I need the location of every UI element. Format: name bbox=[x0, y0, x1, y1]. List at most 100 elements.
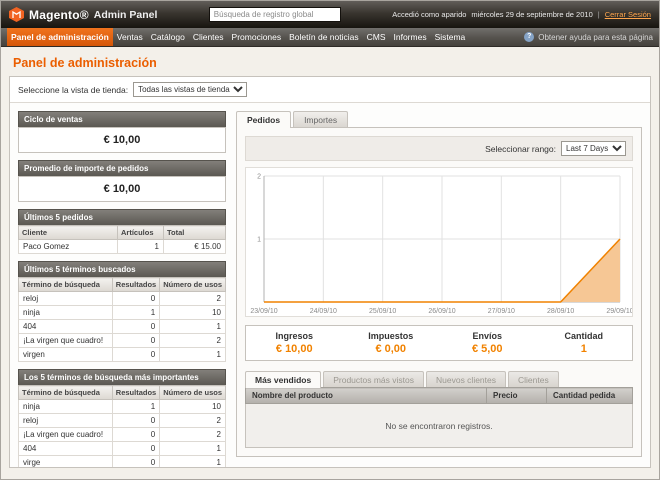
total-cantidad: Cantidad1 bbox=[536, 331, 633, 355]
dashboard-block-ciclo-de-ventas: Ciclo de ventas€ 10,00 bbox=[18, 111, 226, 153]
column-header: Artículos bbox=[118, 226, 164, 240]
tab-ma-s-vendidos[interactable]: Más vendidos bbox=[245, 371, 321, 388]
dashboard-columns: Ciclo de ventas€ 10,00Promedio de import… bbox=[10, 103, 650, 468]
table-cell: 1 bbox=[160, 348, 226, 362]
svg-text:27/09/10: 27/09/10 bbox=[488, 308, 515, 315]
nav-item-informes[interactable]: Informes bbox=[390, 28, 431, 46]
range-select[interactable]: Last 7 Days bbox=[561, 141, 626, 156]
block-title: Últimos 5 pedidos bbox=[18, 209, 226, 225]
table-cell: 0 bbox=[112, 348, 159, 362]
total-value: € 10,00 bbox=[246, 343, 343, 355]
column-header: Número de usos bbox=[160, 386, 226, 400]
table-cell: 2 bbox=[160, 292, 226, 306]
diagram-panel: Seleccionar rango: Last 7 Days 23/09/102… bbox=[236, 127, 642, 457]
dashboard-block-u-ltimos-5-te-rminos-buscados: Últimos 5 términos buscadosTérmino de bú… bbox=[18, 261, 226, 362]
date-text: miércoles 29 de septiembre de 2010 bbox=[471, 10, 592, 19]
table-cell: 1 bbox=[160, 456, 226, 469]
table-cell: 0 bbox=[112, 442, 159, 456]
nav-item-clientes[interactable]: Clientes bbox=[189, 28, 228, 46]
block-title: Promedio de importe de pedidos bbox=[18, 160, 226, 176]
total-label: Envíos bbox=[439, 331, 536, 341]
nav-item-ventas[interactable]: Ventas bbox=[113, 28, 147, 46]
svg-text:1: 1 bbox=[257, 237, 261, 244]
table-cell: € 15.00 bbox=[164, 240, 226, 254]
table-cell: 2 bbox=[160, 414, 226, 428]
table-cell: 2 bbox=[160, 428, 226, 442]
nav-help-link[interactable]: ? Obtener ayuda para esta página bbox=[524, 28, 653, 46]
table-row: reloj02 bbox=[19, 292, 226, 306]
nav-item-sistema[interactable]: Sistema bbox=[431, 28, 470, 46]
table-cell: ninja bbox=[19, 306, 113, 320]
totals-row: Ingresos€ 10,00Impuestos € 0,00 Envíos € 5,… bbox=[245, 325, 633, 361]
logged-in-text: Accedió como aparido bbox=[392, 10, 466, 19]
table-cell: 10 bbox=[160, 400, 226, 414]
orders-chart-svg: 23/09/1024/09/1025/09/1026/09/1027/09/10… bbox=[246, 168, 632, 316]
nav-items: Panel de administraciónVentasCatálogoCli… bbox=[7, 28, 469, 46]
tab-clientes[interactable]: Clientes bbox=[508, 371, 559, 388]
grid-column-header: Precio bbox=[487, 388, 547, 404]
total-value: € 5,00 bbox=[439, 343, 536, 355]
nav-item-boleti-n-de-noticias[interactable]: Boletín de noticias bbox=[285, 28, 362, 46]
table-row: Paco Gomez1€ 15.00 bbox=[19, 240, 226, 254]
column-header: Término de búsqueda bbox=[19, 278, 113, 292]
table-cell: virgen bbox=[19, 348, 113, 362]
svg-text:29/09/10: 29/09/10 bbox=[606, 308, 632, 315]
nav-item-cms[interactable]: CMS bbox=[363, 28, 390, 46]
top-header: Magento® Admin Panel Accedió como aparid… bbox=[1, 1, 659, 28]
table-row: reloj02 bbox=[19, 414, 226, 428]
svg-text:2: 2 bbox=[257, 174, 261, 181]
svg-text:25/09/10: 25/09/10 bbox=[369, 308, 396, 315]
table-cell: Paco Gomez bbox=[19, 240, 118, 254]
tab-pedidos[interactable]: Pedidos bbox=[236, 111, 291, 128]
total-label: Impuestos bbox=[343, 331, 440, 341]
left-column: Ciclo de ventas€ 10,00 Promedio de import… bbox=[18, 111, 226, 468]
total-value: € 0,00 bbox=[343, 343, 440, 355]
column-header: Número de usos bbox=[160, 278, 226, 292]
session-info: Accedió como aparido miércoles 29 de sep… bbox=[392, 10, 651, 19]
table-cell: 1 bbox=[112, 400, 159, 414]
nav-item-promociones[interactable]: Promociones bbox=[228, 28, 286, 46]
nav-item-cata-logo[interactable]: Catálogo bbox=[147, 28, 189, 46]
table-cell: 10 bbox=[160, 306, 226, 320]
magento-admin-screen: Magento® Admin Panel Accedió como aparid… bbox=[0, 0, 660, 480]
table-row: virge01 bbox=[19, 456, 226, 469]
block-title: Los 5 términos de búsqueda más important… bbox=[18, 369, 226, 385]
table-cell: 0 bbox=[112, 428, 159, 442]
table-cell: reloj bbox=[19, 292, 113, 306]
total-label: Cantidad bbox=[536, 331, 633, 341]
mini-table: Término de búsquedaResultadosNúmero de u… bbox=[18, 277, 226, 362]
block-title: Ciclo de ventas bbox=[18, 111, 226, 127]
logout-link[interactable]: Cerrar Sesión bbox=[605, 10, 651, 19]
logo-text: Magento® bbox=[29, 8, 89, 22]
table-cell: 404 bbox=[19, 320, 113, 334]
table-cell: 2 bbox=[160, 334, 226, 348]
table-cell: 1 bbox=[160, 442, 226, 456]
column-header: Término de búsqueda bbox=[19, 386, 113, 400]
table-cell: 0 bbox=[112, 292, 159, 306]
tab-productos-ma-s-vistos[interactable]: Productos más vistos bbox=[323, 371, 424, 388]
svg-text:24/09/10: 24/09/10 bbox=[310, 308, 337, 315]
nav-item-panel-de-administracio-n[interactable]: Panel de administración bbox=[7, 28, 113, 46]
table-cell: ¡La virgen que cuadro! bbox=[19, 334, 113, 348]
global-search-input[interactable] bbox=[209, 7, 341, 22]
table-row: ¡La virgen que cuadro!02 bbox=[19, 334, 226, 348]
total-ingresos: Ingresos€ 10,00 bbox=[246, 331, 343, 355]
mini-table: Término de búsquedaResultadosNúmero de u… bbox=[18, 385, 226, 468]
store-switcher-select[interactable]: Todas las vistas de tienda bbox=[133, 82, 247, 97]
range-label: Seleccionar rango: bbox=[485, 144, 556, 154]
tab-importes[interactable]: Importes bbox=[293, 111, 348, 128]
table-cell: 0 bbox=[112, 320, 159, 334]
table-cell: 1 bbox=[160, 320, 226, 334]
svg-text:28/09/10: 28/09/10 bbox=[547, 308, 574, 315]
mini-table: ClienteArtículosTotalPaco Gomez1€ 15.00 bbox=[18, 225, 226, 254]
grid-header-row: Nombre del productoPrecioCantidad pedida bbox=[246, 388, 633, 404]
grid-column-header: Cantidad pedida bbox=[547, 388, 633, 404]
column-header: Resultados bbox=[112, 386, 159, 400]
magento-logo[interactable]: Magento® Admin Panel bbox=[9, 7, 157, 22]
table-row: virgen01 bbox=[19, 348, 226, 362]
help-label: Obtener ayuda para esta página bbox=[538, 33, 653, 42]
table-cell: ¡La virgen que cuadro! bbox=[19, 428, 113, 442]
tab-nuevos-clientes[interactable]: Nuevos clientes bbox=[426, 371, 506, 388]
table-row: 40401 bbox=[19, 320, 226, 334]
table-cell: reloj bbox=[19, 414, 113, 428]
